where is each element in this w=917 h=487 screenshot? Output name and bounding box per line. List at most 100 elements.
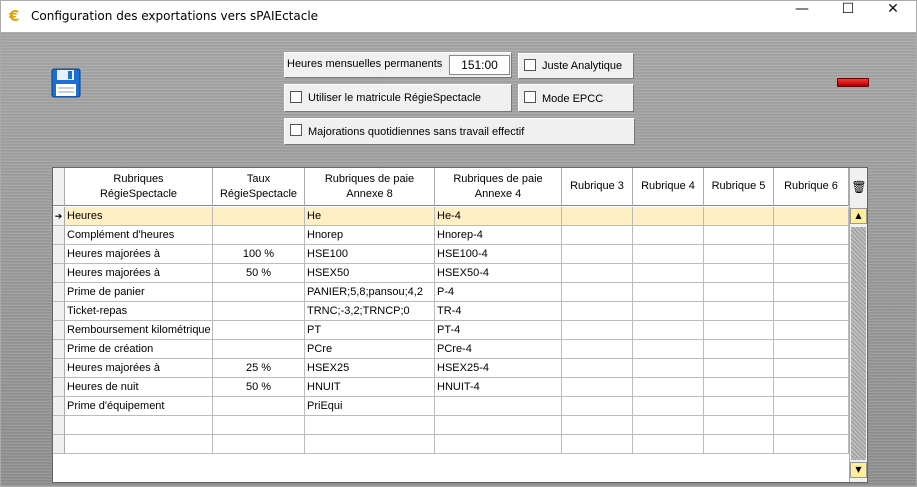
annexe-4-cell[interactable] bbox=[435, 435, 562, 454]
rubrique-3-cell[interactable] bbox=[562, 302, 633, 321]
column-header-annexe-4[interactable]: Rubriques de paie Annexe 4 bbox=[435, 168, 562, 206]
rubrique-cell[interactable] bbox=[65, 435, 213, 454]
row-indicator[interactable] bbox=[53, 264, 65, 283]
table-row[interactable] bbox=[53, 435, 849, 454]
annexe-4-cell[interactable]: HSEX25-4 bbox=[435, 359, 562, 378]
rubrique-3-cell[interactable] bbox=[562, 340, 633, 359]
column-header-rubrique-6[interactable]: Rubrique 6 bbox=[774, 168, 849, 206]
taux-cell[interactable] bbox=[213, 435, 305, 454]
rubrique-3-cell[interactable] bbox=[562, 264, 633, 283]
column-header-annexe-8[interactable]: Rubriques de paie Annexe 8 bbox=[305, 168, 435, 206]
rubrique-cell[interactable]: Ticket-repas bbox=[65, 302, 213, 321]
taux-cell[interactable]: 50 % bbox=[213, 378, 305, 397]
annexe-4-cell[interactable]: P-4 bbox=[435, 283, 562, 302]
rubrique-4-cell[interactable] bbox=[633, 302, 704, 321]
scroll-track[interactable] bbox=[851, 227, 866, 460]
maximize-button[interactable]: ☐ bbox=[825, 1, 871, 32]
annexe-8-cell[interactable]: HSEX50 bbox=[305, 264, 435, 283]
rubrique-6-cell[interactable] bbox=[774, 321, 849, 340]
table-row[interactable]: Prime de panier PANIER;5,8;pansou;4,2 P-4 bbox=[53, 283, 849, 302]
majorations-box[interactable] bbox=[290, 124, 302, 136]
mode-epcc-box[interactable] bbox=[524, 91, 536, 103]
rubrique-4-cell[interactable] bbox=[633, 359, 704, 378]
rubrique-3-cell[interactable] bbox=[562, 321, 633, 340]
annexe-8-cell[interactable] bbox=[305, 435, 435, 454]
annexe-4-cell[interactable]: He-4 bbox=[435, 207, 562, 226]
rubrique-3-cell[interactable] bbox=[562, 283, 633, 302]
row-indicator[interactable] bbox=[53, 245, 65, 264]
juste-analytique-checkbox[interactable]: Juste Analytique bbox=[518, 53, 634, 79]
table-row[interactable]: Heures majorées à 25 % HSEX25 HSEX25-4 bbox=[53, 359, 849, 378]
rubrique-5-cell[interactable] bbox=[704, 359, 774, 378]
row-indicator[interactable]: ➔ bbox=[53, 207, 65, 226]
annexe-8-cell[interactable]: Hnorep bbox=[305, 226, 435, 245]
column-header-rubrique-4[interactable]: Rubrique 4 bbox=[633, 168, 704, 206]
row-indicator[interactable] bbox=[53, 378, 65, 397]
row-indicator[interactable] bbox=[53, 283, 65, 302]
rubrique-6-cell[interactable] bbox=[774, 283, 849, 302]
taux-cell[interactable]: 100 % bbox=[213, 245, 305, 264]
rubrique-3-cell[interactable] bbox=[562, 359, 633, 378]
rubrique-4-cell[interactable] bbox=[633, 416, 704, 435]
rubrique-cell[interactable] bbox=[65, 416, 213, 435]
rubrique-6-cell[interactable] bbox=[774, 378, 849, 397]
rubrique-cell[interactable]: Heures bbox=[65, 207, 213, 226]
rubrique-5-cell[interactable] bbox=[704, 245, 774, 264]
rubrique-4-cell[interactable] bbox=[633, 397, 704, 416]
rubrique-3-cell[interactable] bbox=[562, 416, 633, 435]
rubrique-3-cell[interactable] bbox=[562, 226, 633, 245]
rubrique-5-cell[interactable] bbox=[704, 264, 774, 283]
rubrique-cell[interactable]: Remboursement kilométrique bbox=[65, 321, 213, 340]
taux-cell[interactable] bbox=[213, 283, 305, 302]
rubrique-4-cell[interactable] bbox=[633, 245, 704, 264]
rubrique-6-cell[interactable] bbox=[774, 207, 849, 226]
taux-cell[interactable] bbox=[213, 340, 305, 359]
table-row[interactable]: Complément d'heures Hnorep Hnorep-4 bbox=[53, 226, 849, 245]
annexe-8-cell[interactable]: PT bbox=[305, 321, 435, 340]
rubrique-5-cell[interactable] bbox=[704, 340, 774, 359]
rubrique-5-cell[interactable] bbox=[704, 435, 774, 454]
rubrique-5-cell[interactable] bbox=[704, 302, 774, 321]
taux-cell[interactable] bbox=[213, 321, 305, 340]
taux-cell[interactable]: 25 % bbox=[213, 359, 305, 378]
rubrique-3-cell[interactable] bbox=[562, 435, 633, 454]
annexe-4-cell[interactable]: HSE100-4 bbox=[435, 245, 562, 264]
rubrique-3-cell[interactable] bbox=[562, 245, 633, 264]
row-indicator[interactable] bbox=[53, 359, 65, 378]
row-indicator[interactable] bbox=[53, 226, 65, 245]
column-header-rubrique-3[interactable]: Rubrique 3 bbox=[562, 168, 633, 206]
column-header-rubrique-5[interactable]: Rubrique 5 bbox=[704, 168, 774, 206]
rubrique-cell[interactable]: Complément d'heures bbox=[65, 226, 213, 245]
row-indicator[interactable] bbox=[53, 321, 65, 340]
heures-mensuelles-input[interactable]: 151:00 bbox=[449, 55, 510, 75]
rubrique-cell[interactable]: Heures majorées à bbox=[65, 245, 213, 264]
rubrique-6-cell[interactable] bbox=[774, 359, 849, 378]
rubrique-cell[interactable]: Prime d'équipement bbox=[65, 397, 213, 416]
annexe-8-cell[interactable]: He bbox=[305, 207, 435, 226]
annexe-4-cell[interactable] bbox=[435, 397, 562, 416]
row-indicator[interactable] bbox=[53, 397, 65, 416]
rubrique-4-cell[interactable] bbox=[633, 264, 704, 283]
table-row[interactable]: Heures majorées à 100 % HSE100 HSE100-4 bbox=[53, 245, 849, 264]
rubrique-3-cell[interactable] bbox=[562, 207, 633, 226]
rubrique-5-cell[interactable] bbox=[704, 416, 774, 435]
annexe-4-cell[interactable]: HNUIT-4 bbox=[435, 378, 562, 397]
table-row[interactable]: Heures de nuit 50 % HNUIT HNUIT-4 bbox=[53, 378, 849, 397]
scroll-up-button[interactable]: ▲ bbox=[850, 208, 867, 224]
rubrique-5-cell[interactable] bbox=[704, 207, 774, 226]
column-header-rubriques[interactable]: Rubriques RégieSpectacle bbox=[65, 168, 213, 206]
table-row[interactable]: Remboursement kilométrique PT PT-4 bbox=[53, 321, 849, 340]
annexe-4-cell[interactable]: PT-4 bbox=[435, 321, 562, 340]
row-indicator[interactable] bbox=[53, 416, 65, 435]
majorations-checkbox[interactable]: Majorations quotidiennes sans travail ef… bbox=[284, 118, 635, 145]
taux-cell[interactable] bbox=[213, 302, 305, 321]
juste-analytique-box[interactable] bbox=[524, 59, 536, 71]
rubrique-5-cell[interactable] bbox=[704, 283, 774, 302]
taux-cell[interactable] bbox=[213, 207, 305, 226]
delete-row-icon[interactable]: 🗑 bbox=[850, 168, 867, 206]
utiliser-matricule-checkbox[interactable]: Utiliser le matricule RégieSpectacle bbox=[284, 84, 512, 112]
annexe-8-cell[interactable]: PCre bbox=[305, 340, 435, 359]
rubrique-6-cell[interactable] bbox=[774, 416, 849, 435]
rubrique-6-cell[interactable] bbox=[774, 226, 849, 245]
rubrique-cell[interactable]: Heures majorées à bbox=[65, 359, 213, 378]
